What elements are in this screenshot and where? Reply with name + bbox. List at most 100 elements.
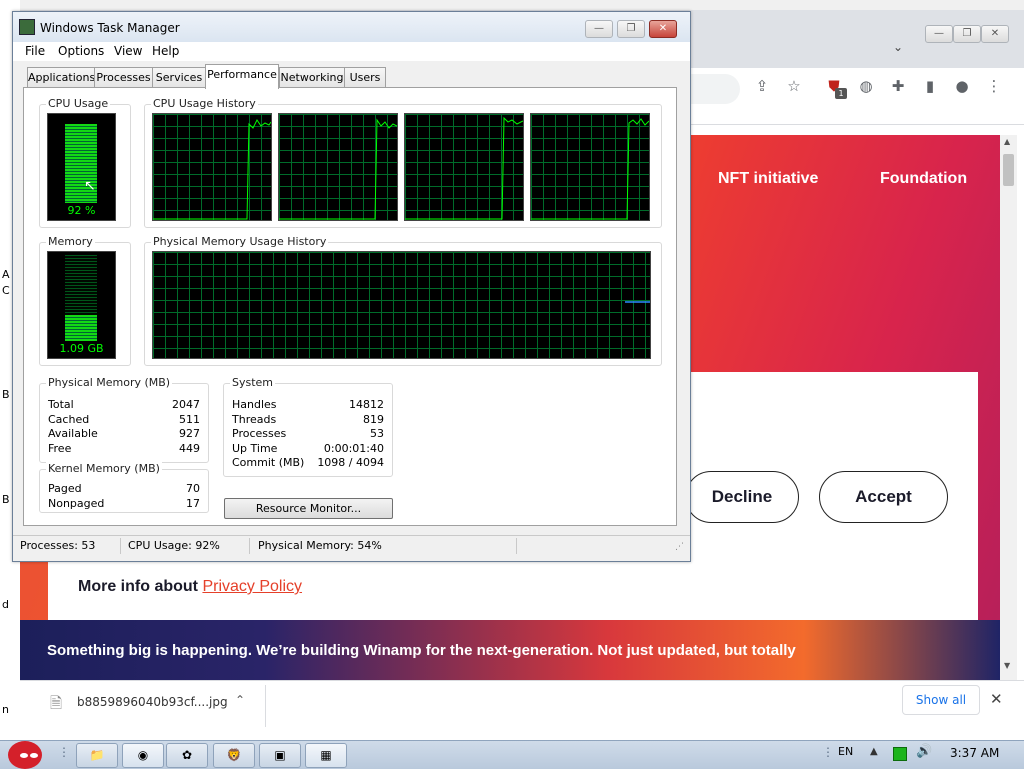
menu-help[interactable]: Help	[152, 44, 179, 58]
cpu-usage-percent: 92 %	[67, 204, 96, 217]
menu-view[interactable]: View	[114, 44, 142, 58]
sys-threads-value: 819	[363, 413, 384, 426]
colorful-extension-icon[interactable]: ◍	[854, 74, 878, 98]
nav-foundation[interactable]: Foundation	[880, 170, 967, 188]
desktop-text: C	[2, 284, 10, 297]
cpu-history-group: CPU Usage History	[144, 97, 662, 228]
task-manager-icon	[19, 19, 35, 35]
scrollbar-thumb[interactable]	[1003, 154, 1014, 186]
show-all-button[interactable]: Show all	[902, 685, 980, 715]
tab-search-chevron-icon[interactable]: ⌄	[893, 40, 903, 54]
tab-processes[interactable]: Processes	[94, 67, 153, 88]
chrome-taskbar-icon[interactable]: ◉	[122, 743, 164, 768]
cpu-usage-meter: 92 % ↖	[47, 113, 116, 221]
sys-uptime-label: Up Time	[232, 442, 278, 455]
sys-uptime-value: 0:00:01:40	[323, 442, 384, 455]
maximize-button[interactable]: ❐	[953, 25, 981, 43]
menu-kebab-icon[interactable]: ⋮	[982, 74, 1006, 98]
close-button[interactable]: ✕	[981, 25, 1009, 43]
privacy-policy-link[interactable]: Privacy Policy	[202, 578, 302, 595]
privacy-prefix: More info about	[78, 578, 198, 595]
maximize-button[interactable]: ❐	[617, 20, 645, 38]
desktop-text: B	[2, 388, 10, 401]
taskbar: ⋮ 📁 ◉ ✿ 🦁 ▣ ▦ ⋮ EN ▲ 🔊 3:37 AM	[0, 740, 1024, 769]
close-button[interactable]: ✕	[649, 20, 677, 38]
memory-history-line	[625, 301, 650, 303]
language-indicator[interactable]: EN	[838, 745, 853, 758]
desktop-text: B	[2, 493, 10, 506]
scroll-down-icon[interactable]: ▼	[1004, 661, 1010, 670]
memory-label: Memory	[46, 235, 95, 248]
sys-processes-value: 53	[370, 427, 384, 440]
pm-available-label: Available	[48, 427, 98, 440]
task-manager-window: Windows Task Manager — ❐ ✕ File Options …	[12, 11, 691, 562]
pm-cached-label: Cached	[48, 413, 90, 426]
cpu-history-line-2	[279, 118, 397, 220]
title-bar[interactable]: Windows Task Manager — ❐ ✕	[13, 12, 690, 42]
status-divider	[120, 538, 121, 554]
cpu-history-line-3	[405, 116, 523, 220]
color-app-taskbar-icon[interactable]: ✿	[166, 743, 208, 768]
task-manager-taskbar-icon[interactable]: ▦	[305, 743, 347, 768]
minimize-button[interactable]: —	[925, 25, 953, 43]
tab-performance[interactable]: Performance	[205, 64, 279, 89]
share-icon[interactable]: ⇪	[750, 74, 774, 98]
tab-networking[interactable]: Networking	[279, 67, 345, 88]
status-cpu: CPU Usage: 92%	[128, 539, 220, 552]
tray-expand-icon[interactable]: ▲	[870, 746, 878, 757]
km-paged-label: Paged	[48, 482, 82, 495]
profile-icon[interactable]: ●	[950, 74, 974, 98]
tab-applications[interactable]: Applications	[27, 67, 95, 88]
cmd-taskbar-icon[interactable]: ▣	[259, 743, 301, 768]
resource-monitor-button[interactable]: Resource Monitor...	[224, 498, 393, 519]
page-scrollbar[interactable]: ▲ ▼	[1000, 135, 1017, 680]
taskbar-grip-icon: ⋮	[58, 745, 70, 759]
star-icon[interactable]: ☆	[782, 74, 806, 98]
file-image-icon: 🗎	[50, 694, 63, 712]
menu-file[interactable]: File	[25, 44, 45, 58]
pm-available-value: 927	[179, 427, 200, 440]
status-divider	[249, 538, 250, 554]
clock[interactable]: 3:37 AM	[950, 746, 999, 760]
side-panel-icon[interactable]: ▮	[918, 74, 942, 98]
performance-panel: CPU Usage 92 % ↖ CPU Usage History Memor…	[23, 87, 677, 526]
puzzle-icon[interactable]: ✚	[886, 74, 910, 98]
volume-icon[interactable]: 🔊	[916, 744, 932, 759]
nav-nft-initiative[interactable]: NFT initiative	[718, 170, 818, 188]
cpu-history-graph-2	[278, 113, 398, 221]
accept-button[interactable]: Accept	[819, 471, 948, 523]
status-memory: Physical Memory: 54%	[258, 539, 382, 552]
kernel-memory-title: Kernel Memory (MB)	[46, 462, 162, 475]
tab-services[interactable]: Services	[152, 67, 206, 88]
sys-processes-label: Processes	[232, 427, 287, 440]
physical-memory-title: Physical Memory (MB)	[46, 376, 173, 389]
memory-fill	[65, 315, 97, 341]
scroll-up-icon[interactable]: ▲	[1004, 137, 1010, 146]
download-filename[interactable]: b8859896040b93cf....jpg	[77, 695, 228, 709]
system-group: System Handles 14812 Threads 819 Process…	[223, 376, 393, 477]
angry-bird-start-icon[interactable]	[2, 735, 48, 769]
explorer-taskbar-icon[interactable]: 📁	[76, 743, 118, 768]
system-title: System	[230, 376, 276, 389]
desktop-text: d	[2, 598, 9, 611]
divider	[265, 685, 266, 727]
memory-history-label: Physical Memory Usage History	[151, 235, 329, 248]
pm-free-value: 449	[179, 442, 200, 455]
close-icon[interactable]: ✕	[990, 690, 1003, 708]
cpu-history-graph-1	[152, 113, 272, 221]
download-bar: 🗎 b8859896040b93cf....jpg ⌃ Show all ✕	[20, 680, 1024, 739]
km-paged-value: 70	[186, 482, 200, 495]
tray-app-icon[interactable]	[893, 747, 907, 761]
tray-grip-icon: ⋮	[822, 745, 834, 759]
tab-users[interactable]: Users	[344, 67, 386, 88]
km-nonpaged-value: 17	[186, 497, 200, 510]
menu-options[interactable]: Options	[58, 44, 104, 58]
cpu-history-label: CPU Usage History	[151, 97, 258, 110]
decline-button[interactable]: Decline	[685, 471, 799, 523]
brave-taskbar-icon[interactable]: 🦁	[213, 743, 255, 768]
memory-history-group: Physical Memory Usage History	[144, 235, 662, 366]
menu-bar: File Options View Help	[13, 42, 690, 61]
minimize-button[interactable]: —	[585, 20, 613, 38]
chevron-up-icon[interactable]: ⌃	[235, 693, 245, 707]
resize-grip-icon[interactable]: ⋰	[675, 542, 684, 552]
